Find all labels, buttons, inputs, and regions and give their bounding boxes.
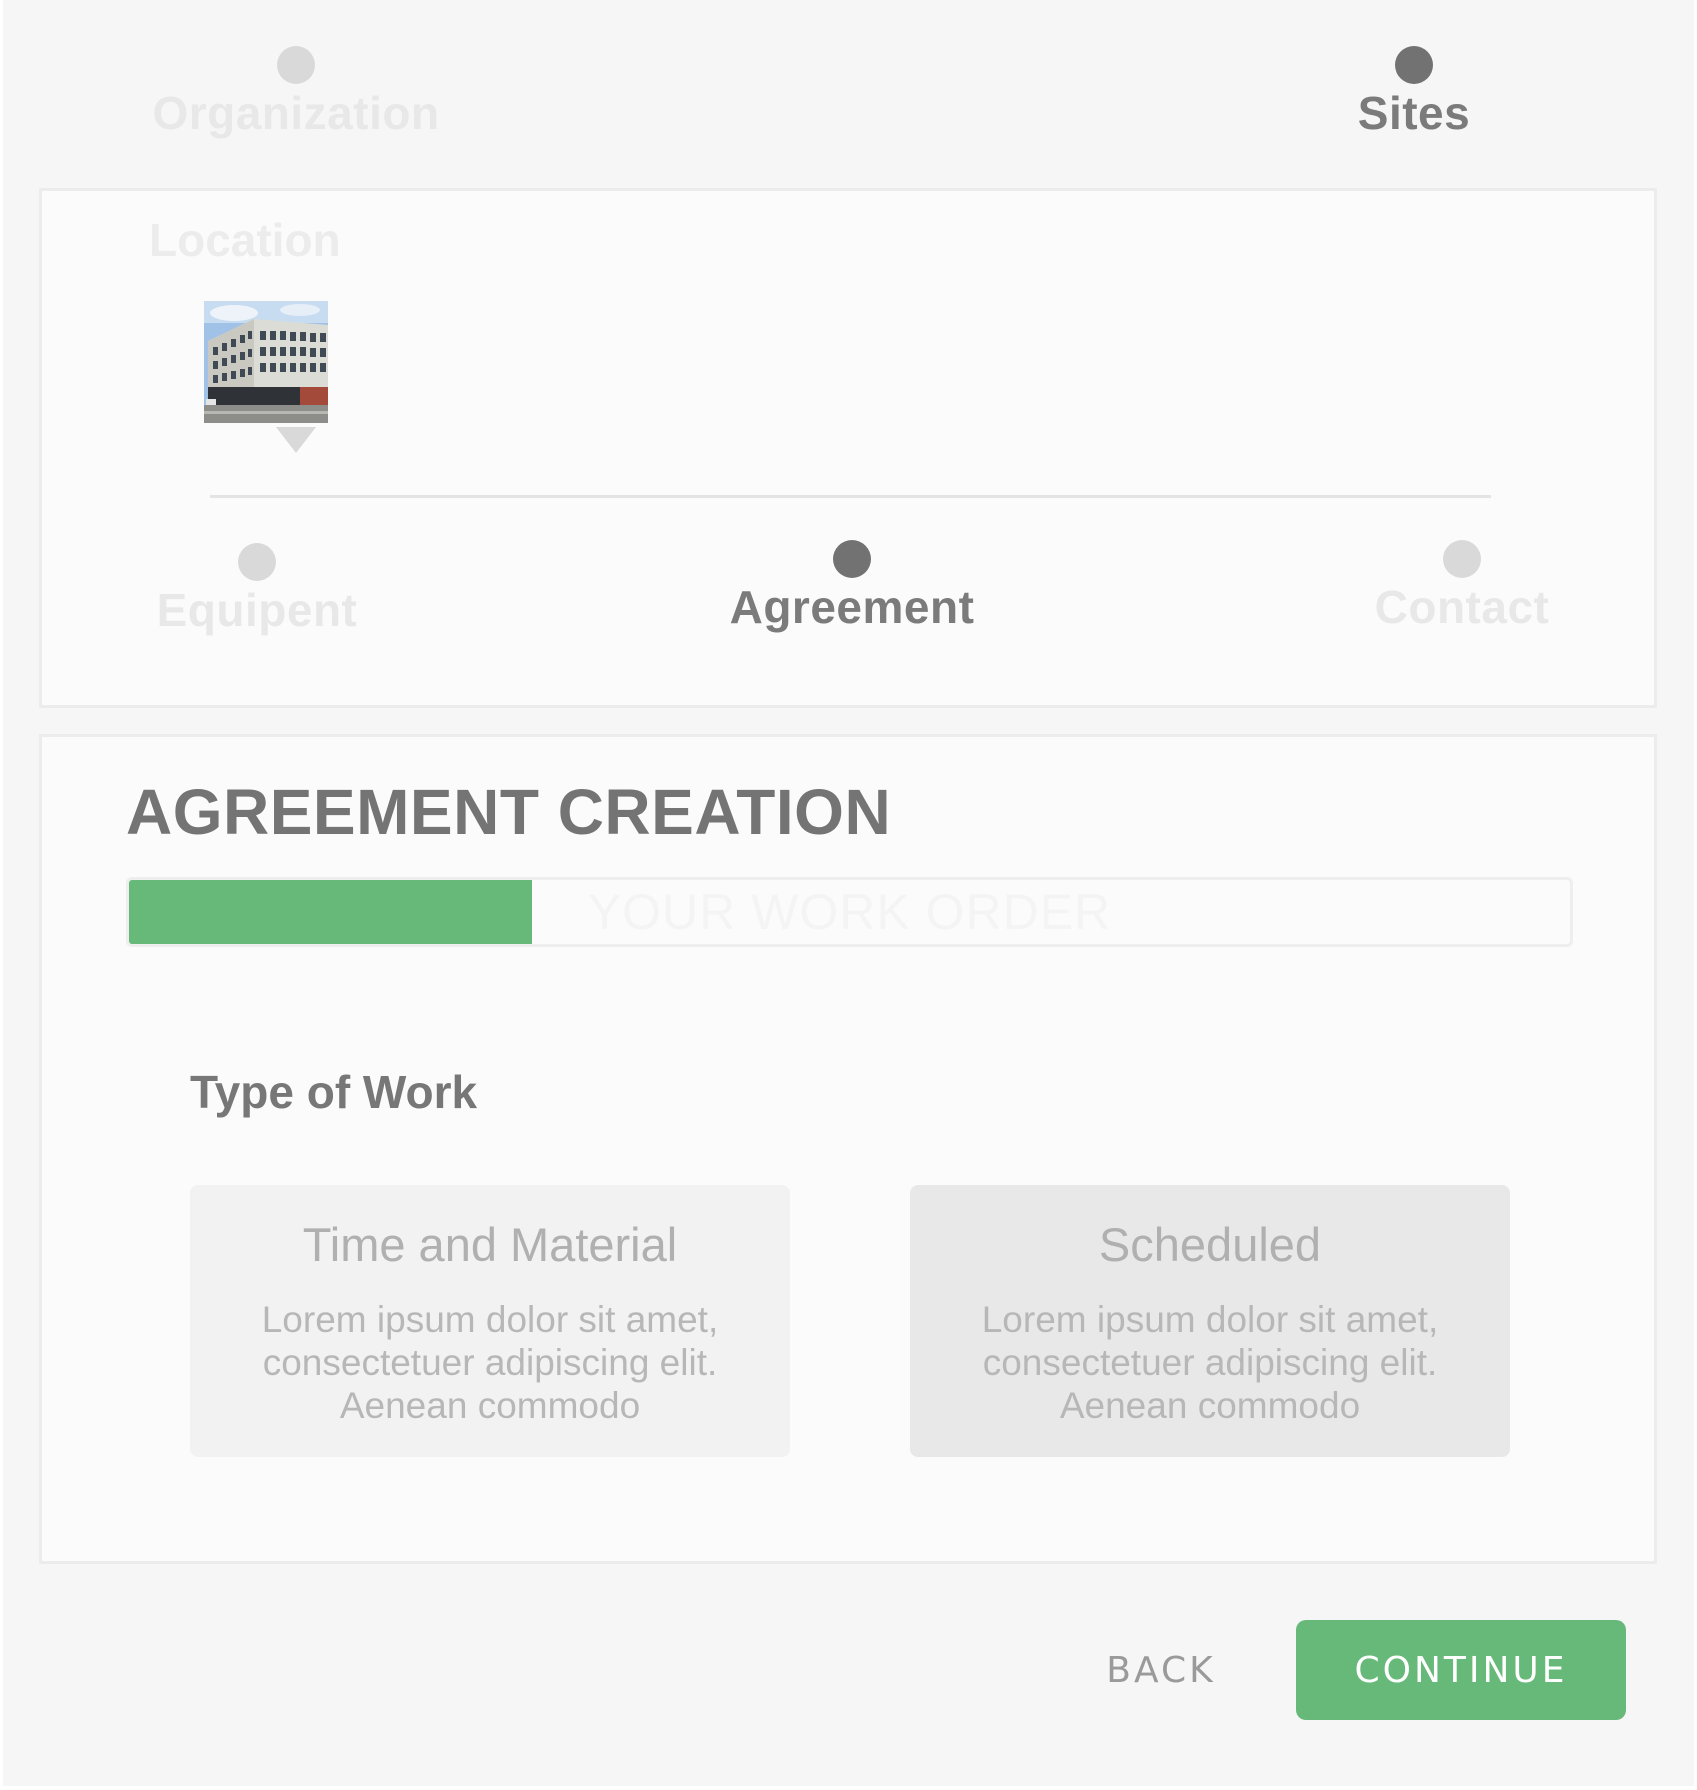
option-title: Scheduled bbox=[1098, 1218, 1322, 1271]
progress-label: YOUR WORK ORDER bbox=[587, 884, 1112, 940]
option-scheduled[interactable]: Scheduled Lorem ipsum dolor sit amet, co… bbox=[910, 1185, 1510, 1457]
page-title: AGREEMENT CREATION bbox=[126, 776, 892, 848]
sub-step-contact[interactable]: Contact bbox=[1282, 540, 1642, 634]
option-description: Lorem ipsum dolor sit amet, consectetuer… bbox=[981, 1299, 1439, 1426]
sub-step-equipment[interactable]: Equipent bbox=[77, 543, 437, 637]
location-dropdown-caret-icon[interactable] bbox=[276, 427, 316, 453]
option-description: Lorem ipsum dolor sit amet, consectetuer… bbox=[261, 1299, 719, 1426]
step-label-sites: Sites bbox=[1357, 87, 1471, 139]
building-photo bbox=[204, 301, 328, 423]
step-dot-agreement bbox=[833, 540, 871, 578]
step-dot-contact bbox=[1443, 540, 1481, 578]
step-label-agreement: Agreement bbox=[729, 581, 975, 633]
continue-button[interactable]: CONTINUE bbox=[1296, 1620, 1626, 1720]
location-label: Location bbox=[149, 214, 341, 266]
step-label-organization: Organization bbox=[152, 87, 440, 139]
type-of-work-label: Type of Work bbox=[190, 1066, 478, 1118]
divider bbox=[210, 495, 1491, 498]
step-label-contact: Contact bbox=[1374, 581, 1550, 633]
sub-step-agreement[interactable]: Agreement bbox=[672, 540, 1032, 634]
page: Organization Sites Location Equipent Agr… bbox=[3, 0, 1694, 1786]
location-building-image[interactable] bbox=[204, 301, 328, 423]
step-dot-organization bbox=[277, 46, 315, 84]
step-dot-equipment bbox=[238, 543, 276, 581]
sites-card: Location Equipent Agreement Contact bbox=[39, 188, 1657, 708]
option-time-and-material[interactable]: Time and Material Lorem ipsum dolor sit … bbox=[190, 1185, 790, 1457]
agreement-card: AGREEMENT CREATION YOUR WORK ORDER Type … bbox=[39, 734, 1657, 1564]
work-order-progress-bar: YOUR WORK ORDER bbox=[126, 877, 1573, 947]
option-title: Time and Material bbox=[302, 1218, 678, 1271]
step-dot-sites bbox=[1395, 46, 1433, 84]
back-button[interactable]: BACK bbox=[1091, 1620, 1231, 1720]
top-step-sites[interactable]: Sites bbox=[1214, 46, 1614, 140]
step-label-equipment: Equipent bbox=[156, 584, 358, 636]
top-step-organization[interactable]: Organization bbox=[96, 46, 496, 140]
